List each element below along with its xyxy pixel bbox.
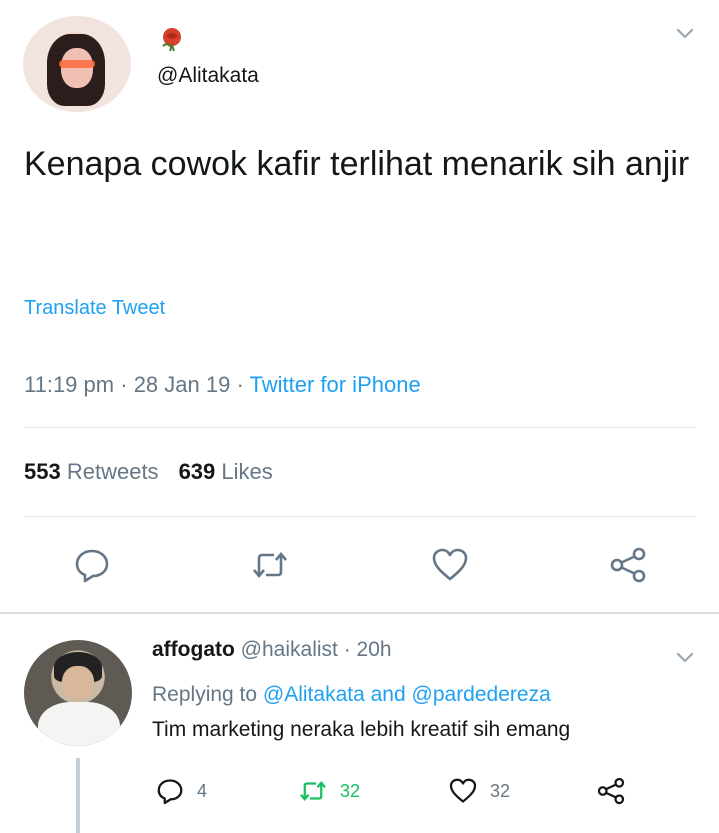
- mention-link[interactable]: @Alitakata: [263, 683, 365, 706]
- reply-author-avatar[interactable]: [24, 640, 132, 746]
- replying-and: and: [370, 683, 406, 706]
- reply-header: affogato @haikalist · 20h: [152, 638, 392, 662]
- chevron-down-icon[interactable]: [673, 646, 697, 670]
- reply-text: Tim marketing neraka lebih kreatif sih e…: [152, 718, 571, 741]
- likes-label: Likes: [221, 459, 273, 484]
- retweets-stat[interactable]: 553 Retweets: [24, 459, 159, 484]
- reply-author-handle[interactable]: @haikalist: [241, 638, 338, 661]
- heart-icon: [449, 778, 477, 803]
- tweet-source-link[interactable]: Twitter for iPhone: [250, 372, 421, 397]
- replying-prefix: Replying to: [152, 683, 258, 706]
- retweet-count: 553: [24, 459, 61, 484]
- reply-age: 20h: [356, 638, 392, 661]
- tweet-time: 11:19 pm: [24, 372, 115, 397]
- like-count: 639: [178, 459, 216, 484]
- reply-share-button[interactable]: [596, 776, 638, 806]
- retweet-icon: [300, 780, 326, 802]
- retweets-label: Retweets: [66, 459, 159, 484]
- separator: ·: [343, 638, 351, 661]
- engagement-stats: 553 Retweets 639 Likes: [24, 459, 273, 485]
- separator: ·: [120, 372, 128, 397]
- divider: [24, 427, 696, 428]
- tweet-metadata: 11:19 pm · 28 Jan 19 · Twitter for iPhon…: [24, 372, 421, 398]
- reply-like-button[interactable]: 32: [448, 776, 510, 806]
- translate-tweet-link[interactable]: Translate Tweet: [24, 297, 165, 320]
- mention-link[interactable]: @pardedereza: [412, 683, 551, 706]
- reply-retweet-button[interactable]: 32: [298, 776, 360, 806]
- reply-like-count: 32: [490, 780, 511, 801]
- author-avatar[interactable]: [23, 16, 131, 112]
- share-icon[interactable]: [608, 545, 648, 585]
- divider: [24, 516, 696, 517]
- tweet-date: 28 Jan 19: [133, 372, 231, 397]
- rose-icon: [162, 28, 181, 52]
- reply-icon: [157, 779, 183, 805]
- separator: ·: [236, 372, 244, 397]
- retweet-icon[interactable]: [250, 545, 290, 585]
- reply-icon[interactable]: [72, 545, 112, 585]
- share-icon: [597, 777, 625, 805]
- replying-to: Replying to @Alitakata and @pardedereza: [152, 683, 551, 707]
- chevron-down-icon[interactable]: [673, 22, 697, 46]
- reply-reply-count: 4: [197, 780, 208, 801]
- section-divider: [0, 612, 719, 614]
- author-handle[interactable]: @Alitakata: [157, 64, 259, 88]
- likes-stat[interactable]: 639 Likes: [179, 459, 273, 484]
- reply-author-name[interactable]: affogato: [152, 638, 235, 661]
- thread-line: [76, 758, 80, 833]
- heart-icon[interactable]: [430, 545, 470, 585]
- tweet-text: Kenapa cowok kafir terlihat menarik sih …: [24, 145, 690, 183]
- reply-retweet-count: 32: [340, 780, 361, 801]
- reply-reply-button[interactable]: 4: [155, 776, 207, 806]
